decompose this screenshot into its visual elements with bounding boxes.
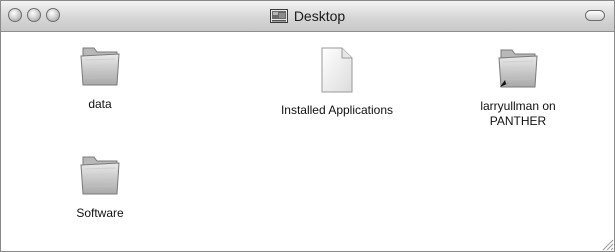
desktop-content: data Installed Applications larryullman …: [1, 32, 614, 251]
desktop-item-label: data: [88, 97, 112, 111]
desktop-item-label: larryullman on PANTHER: [480, 99, 556, 128]
toolbar-toggle-button[interactable]: [585, 10, 605, 21]
folder-alias-icon: [498, 49, 538, 88]
desktop-item-label: Installed Applications: [280, 103, 394, 117]
desktop-window-icon: [269, 9, 288, 23]
window-title: Desktop: [1, 1, 614, 31]
folder-icon: [80, 156, 120, 195]
document-icon: [321, 47, 353, 93]
desktop-item-label: Software: [76, 206, 124, 220]
desktop-item-installed-applications[interactable]: Installed Applications: [257, 46, 417, 118]
desktop-item-software[interactable]: Software: [61, 153, 139, 221]
folder-icon: [80, 47, 120, 86]
desktop-item-data[interactable]: data: [61, 44, 139, 112]
window-title-text: Desktop: [293, 8, 346, 24]
title-bar[interactable]: Desktop: [1, 1, 614, 32]
resize-grip-icon[interactable]: [600, 237, 614, 251]
desktop-item-larryullman-on-panther[interactable]: larryullman on PANTHER: [458, 46, 578, 129]
finder-window: Desktop data Installed Applications larr…: [0, 0, 615, 252]
